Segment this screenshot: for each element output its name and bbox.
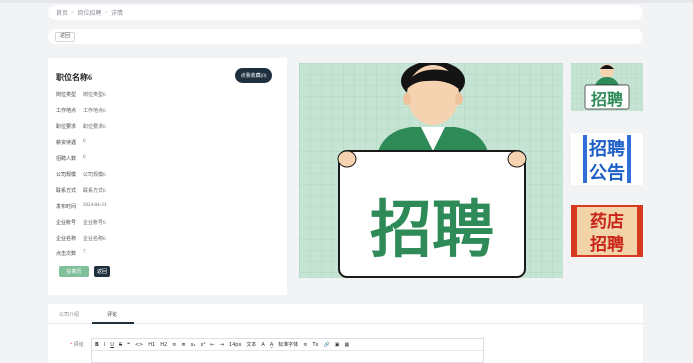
back-button[interactable]: 返回: [55, 31, 76, 42]
editor-toolbar: B I U S ❝ <> H1 H2 ≡ ≣ x₂ x² ⇤ ⇥ 14px 文本…: [92, 339, 483, 351]
superscript-button[interactable]: x²: [201, 339, 206, 351]
detail-value: 职位要求6: [83, 125, 106, 130]
detail-label: 公司规模: [56, 173, 77, 178]
thumb2-line1: 招聘: [589, 138, 625, 160]
thumb-recruit-notice-illustration: 招聘 公告: [571, 133, 643, 185]
main-poster-image[interactable]: 招聘: [299, 63, 563, 278]
back-bar: 返回: [48, 29, 643, 44]
required-mark: *: [70, 343, 73, 348]
italic-button[interactable]: I: [104, 339, 105, 351]
detail-row: 薪资待遇 6: [56, 139, 86, 146]
thumb-recruit-illustration: 招聘: [571, 63, 643, 111]
font-family-select[interactable]: 标准字体: [278, 339, 298, 351]
detail-value: 企业账号6: [83, 221, 106, 226]
link-icon[interactable]: 🔗: [324, 339, 330, 351]
apply-resume-button[interactable]: 投简历: [59, 266, 89, 277]
recruit-poster-illustration: 招聘: [299, 63, 563, 278]
breadcrumb-current: 详情: [110, 11, 123, 17]
table-icon[interactable]: ▦: [344, 339, 349, 351]
detail-row: 职位要求 职位要求6: [56, 123, 106, 130]
detail-value: 联系方式6: [83, 189, 106, 194]
thumbnail-3[interactable]: 药店 招聘: [571, 205, 643, 257]
tab-divider: [48, 323, 643, 324]
clear-format-icon[interactable]: Tx: [312, 339, 318, 351]
detail-label: 发布时间: [56, 205, 77, 210]
detail-row: 发布时间 2024-04-23: [56, 203, 106, 210]
background-color-icon[interactable]: A̲: [270, 339, 273, 351]
detail-value: 岗位类型6: [83, 93, 106, 98]
tab-comments[interactable]: 评论: [107, 311, 117, 318]
outdent-icon[interactable]: ⇤: [211, 339, 215, 351]
breadcrumb: 首页 > 岗位招聘 > 详情: [48, 5, 643, 20]
detail-row: 岗位类型 岗位类型6: [56, 91, 106, 98]
detail-value: 6: [83, 155, 86, 160]
comment-label-text: 评论: [73, 343, 84, 348]
detail-value: 2024-04-23: [83, 203, 107, 208]
strikethrough-button[interactable]: S: [119, 339, 122, 351]
job-title: 职位名称6: [56, 73, 92, 82]
detail-label: 联系方式: [56, 189, 77, 194]
detail-row: 公司规模 公司规模6: [56, 171, 106, 178]
ordered-list-icon[interactable]: ≡: [172, 339, 176, 351]
collect-button[interactable]: 点我收藏(0): [235, 68, 272, 83]
detail-label: 工作地点: [56, 109, 77, 114]
detail-label: 招聘人数: [56, 157, 77, 162]
job-detail-panel: 职位名称6 点我收藏(0) 岗位类型 岗位类型6 工作地点 工作地点6 职位要求…: [48, 58, 287, 295]
detail-row: 企业名称 企业名称6: [56, 235, 106, 242]
detail-value: 企业名称6: [83, 237, 106, 242]
detail-value: 6: [83, 139, 86, 144]
detail-label: 岗位类型: [56, 93, 77, 98]
thumbnail-1[interactable]: 招聘: [571, 63, 643, 111]
poster-main-text: 招聘: [370, 193, 494, 266]
comment-editor[interactable]: B I U S ❝ <> H1 H2 ≡ ≣ x₂ x² ⇤ ⇥ 14px 文本…: [91, 338, 484, 363]
thumbnail-2[interactable]: 招聘 公告: [571, 133, 643, 185]
detail-label: 职位要求: [56, 125, 77, 130]
detail-label: 企业名称: [56, 237, 77, 242]
font-size-select[interactable]: 14px: [229, 339, 242, 351]
comment-label: * 评论: [70, 341, 84, 348]
detail-value: 工作地点6: [83, 109, 106, 114]
heading1-button[interactable]: H1: [148, 339, 155, 351]
subscript-button[interactable]: x₂: [191, 339, 196, 351]
font-color-icon[interactable]: A: [261, 339, 264, 351]
thumb1-text: 招聘: [591, 90, 623, 109]
heading2-button[interactable]: H2: [160, 339, 167, 351]
detail-label: 薪资待遇: [56, 141, 77, 146]
detail-value: 7: [83, 250, 86, 255]
detail-label: 企业账号: [56, 221, 77, 226]
thumb-pharmacy-recruit-illustration: 药店 招聘: [571, 205, 643, 257]
align-icon[interactable]: ≡: [303, 339, 307, 351]
detail-value: 公司规模6: [83, 173, 106, 178]
code-icon[interactable]: <>: [135, 339, 143, 351]
detail-row: 企业账号 企业账号6: [56, 219, 106, 226]
detail-row: 工作地点 工作地点6: [56, 107, 106, 114]
detail-row: 点击次数 7: [56, 250, 86, 257]
image-icon[interactable]: ▣: [335, 339, 340, 351]
thumb3-line1: 药店: [590, 211, 624, 232]
breadcrumb-section[interactable]: 岗位招聘: [77, 8, 101, 17]
detail-row: 联系方式 联系方式6: [56, 187, 106, 194]
breadcrumb-separator: >: [71, 9, 75, 16]
thumb2-line2: 公告: [589, 162, 625, 184]
detail-label: 点击次数: [56, 252, 77, 257]
tab-section: 公司介绍 评论 * 评论 B I U S ❝ <> H1 H2 ≡ ≣ x₂ x…: [48, 304, 643, 363]
tab-company-intro[interactable]: 公司介绍: [59, 311, 79, 318]
quote-icon[interactable]: ❝: [127, 339, 130, 351]
bullet-list-icon[interactable]: ≣: [181, 339, 185, 351]
breadcrumb-separator: >: [104, 9, 108, 16]
top-strip: [0, 0, 693, 3]
detail-row: 招聘人数 6: [56, 155, 86, 162]
active-tab-indicator: [92, 322, 134, 324]
bold-button[interactable]: B: [95, 339, 99, 351]
thumb3-line2: 招聘: [590, 234, 624, 255]
return-button[interactable]: 返回: [94, 266, 110, 277]
indent-icon[interactable]: ⇥: [220, 339, 224, 351]
breadcrumb-home[interactable]: 首页: [56, 8, 68, 17]
underline-button[interactable]: U: [110, 339, 114, 351]
text-style-select[interactable]: 文本: [246, 339, 256, 351]
